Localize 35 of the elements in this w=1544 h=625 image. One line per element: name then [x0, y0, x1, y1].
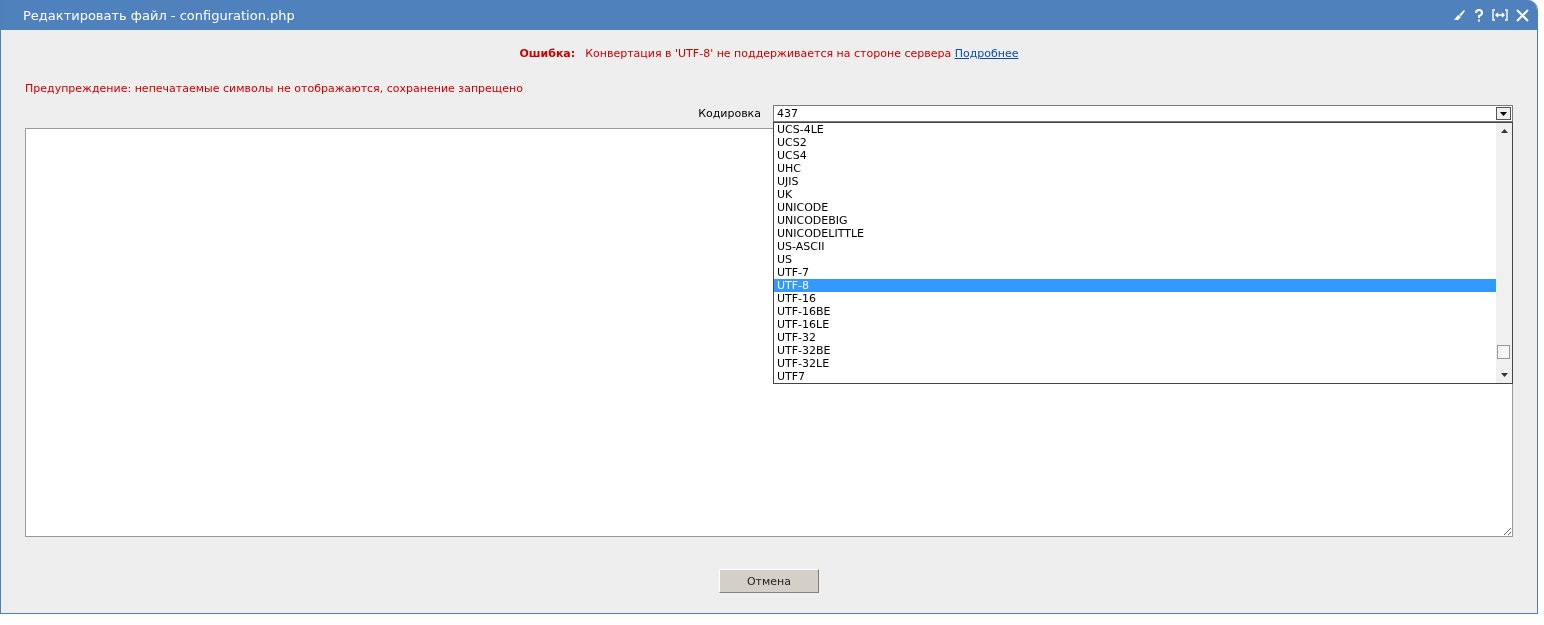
dropdown-option[interactable]: UK	[774, 188, 1496, 201]
dropdown-option[interactable]: UTF-16BE	[774, 305, 1496, 318]
dropdown-option[interactable]: UTF-32LE	[774, 357, 1496, 370]
dropdown-option[interactable]: UTF-16	[774, 292, 1496, 305]
cancel-button[interactable]: Отмена	[719, 569, 819, 593]
details-link[interactable]: Подробнее	[954, 47, 1019, 60]
dropdown-option[interactable]: UCS-4LE	[774, 123, 1496, 136]
dropdown-option[interactable]: UTF-32BE	[774, 344, 1496, 357]
scroll-thumb[interactable]	[1497, 345, 1510, 359]
expand-width-icon[interactable]	[1492, 9, 1508, 21]
warning-message: Предупреждение: непечатаемые символы не отображаются, сохранение запрещено	[25, 82, 524, 95]
error-label: Ошибка:	[519, 47, 576, 60]
dropdown-option[interactable]: UJIS	[774, 175, 1496, 188]
window-title: Редактировать файл - configuration.php	[23, 7, 296, 23]
dropdown-option[interactable]: US-ASCII	[774, 240, 1496, 253]
dropdown-option[interactable]: UNICODEBIG	[774, 214, 1496, 227]
help-icon[interactable]	[1474, 8, 1484, 22]
encoding-label: Кодировка	[698, 107, 761, 120]
dropdown-option[interactable]: UCS2	[774, 136, 1496, 149]
dropdown-option[interactable]: US	[774, 253, 1496, 266]
scrollbar[interactable]	[1496, 123, 1512, 383]
close-icon[interactable]	[1516, 8, 1529, 22]
dropdown-option[interactable]: UTF-32	[774, 331, 1496, 344]
scroll-up-icon[interactable]	[1500, 129, 1508, 133]
error-message: Конвертация в 'UTF-8' не поддерживается на стороне сервера Подробнее	[585, 47, 1019, 60]
encoding-select[interactable]: 437	[773, 105, 1513, 122]
dropdown-option[interactable]: UNICODELITTLE	[774, 227, 1496, 240]
dropdown-option[interactable]: UNICODE	[774, 201, 1496, 214]
dropdown-option[interactable]: UHC	[774, 162, 1496, 175]
scroll-down-icon[interactable]	[1500, 373, 1508, 377]
dropdown-option[interactable]: UCS4	[774, 149, 1496, 162]
broom-icon[interactable]	[1452, 9, 1466, 21]
dropdown-option[interactable]: UTF-7	[774, 266, 1496, 279]
dropdown-option[interactable]: UTF-16LE	[774, 318, 1496, 331]
dropdown-option[interactable]: UTF7	[774, 370, 1496, 383]
